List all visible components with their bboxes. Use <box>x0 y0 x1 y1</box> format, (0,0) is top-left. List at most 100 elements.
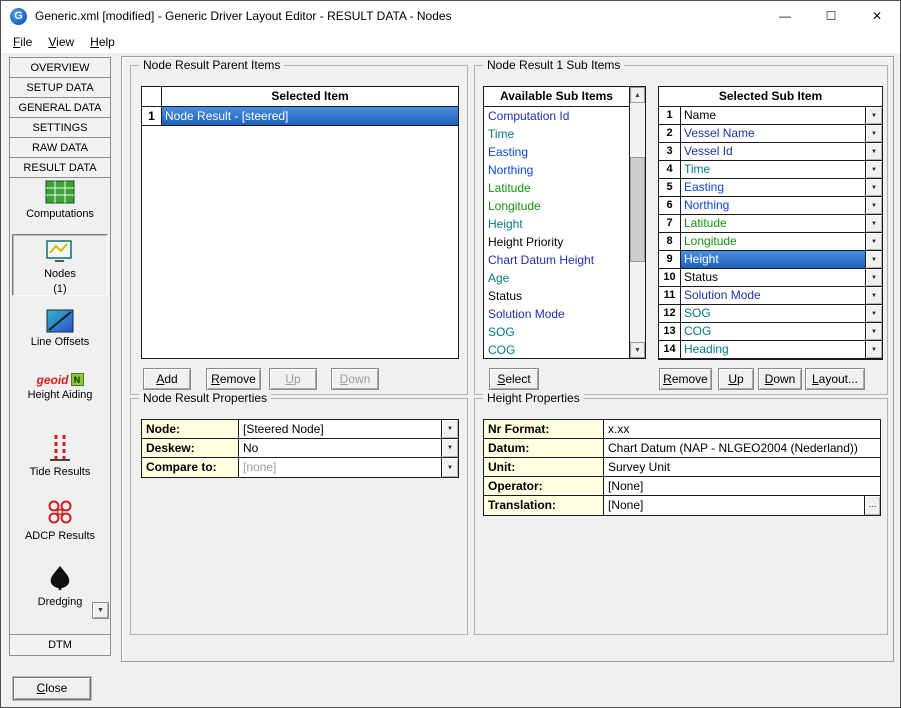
available-item-longitude[interactable]: Longitude <box>484 197 629 215</box>
table-row[interactable]: 5Easting▼ <box>659 179 882 197</box>
height-prop-datum-value[interactable]: Chart Datum (NAP - NLGEO2004 (Nederland)… <box>604 439 880 457</box>
window-close-button[interactable]: ✕ <box>854 1 900 31</box>
parent-remove-button[interactable]: Remove <box>206 368 261 390</box>
window-minimize-button[interactable]: — <box>762 1 808 31</box>
available-select-button[interactable]: Select <box>489 368 539 390</box>
scroll-up-button[interactable]: ▲ <box>630 87 645 103</box>
subitem-down-button[interactable]: Down <box>758 368 802 390</box>
subitem-row-dropdown[interactable]: ▼ <box>865 341 882 358</box>
available-list-scrollbar[interactable]: ▲ ▼ <box>629 87 645 358</box>
parent-add-button[interactable]: Add <box>143 368 191 390</box>
table-row[interactable]: 1Name▼ <box>659 107 882 125</box>
height-prop-operator-value[interactable]: [None] <box>604 477 880 495</box>
available-item-northing[interactable]: Northing <box>484 161 629 179</box>
row-number: 2 <box>659 125 681 142</box>
sidebar-tab-setup-data[interactable]: SETUP DATA <box>10 78 110 98</box>
node-prop-deskew-dropdown[interactable]: ▼ <box>441 439 458 457</box>
scrollbar-thumb[interactable] <box>630 157 645 262</box>
sidebar-item-line-offsets[interactable]: Line Offsets <box>12 306 108 348</box>
subitem-row-dropdown[interactable]: ▼ <box>865 233 882 250</box>
table-row[interactable]: 9Height▼ <box>659 251 882 269</box>
window-maximize-button[interactable]: ☐ <box>808 1 854 31</box>
table-row[interactable]: 14Heading▼ <box>659 341 882 359</box>
row-number: 5 <box>659 179 681 196</box>
available-item-cog[interactable]: COG <box>484 341 629 359</box>
table-row[interactable]: 7Latitude▼ <box>659 215 882 233</box>
subitem-row-dropdown[interactable]: ▼ <box>865 125 882 142</box>
table-row[interactable]: 10Status▼ <box>659 269 882 287</box>
subitem-row-dropdown[interactable]: ▼ <box>865 269 882 286</box>
sidebar-tab-general-data[interactable]: GENERAL DATA <box>10 98 110 118</box>
height-prop-translation-browse-button[interactable]: ... <box>864 496 880 515</box>
subitem-row-dropdown[interactable]: ▼ <box>865 179 882 196</box>
subitem-row-dropdown[interactable]: ▼ <box>865 287 882 304</box>
close-button[interactable]: Close <box>13 677 91 700</box>
table-row[interactable]: 8Longitude▼ <box>659 233 882 251</box>
subitem-layout-button[interactable]: Layout... <box>805 368 865 390</box>
available-item-sog[interactable]: SOG <box>484 323 629 341</box>
table-row[interactable]: 11Solution Mode▼ <box>659 287 882 305</box>
row-number: 6 <box>659 197 681 214</box>
sidebar-item-nodes[interactable]: Nodes(1) <box>12 234 108 296</box>
menu-help[interactable]: Help <box>82 32 123 52</box>
subitem-row-dropdown[interactable]: ▼ <box>865 215 882 232</box>
sidebar-item-computations[interactable]: Computations <box>12 176 108 220</box>
node-prop-deskew-value[interactable]: No <box>239 439 441 457</box>
available-item-height[interactable]: Height <box>484 215 629 233</box>
subitem-row-dropdown[interactable]: ▼ <box>865 143 882 160</box>
table-row[interactable]: 3Vessel Id▼ <box>659 143 882 161</box>
available-item-height-priority[interactable]: Height Priority <box>484 233 629 251</box>
node-prop-node-value[interactable]: [Steered Node] <box>239 420 441 438</box>
sidebar-item-dredging[interactable]: Dredging <box>12 560 108 608</box>
group-node-properties: Node Result Properties Node:[Steered Nod… <box>130 398 468 635</box>
property-row: Node:[Steered Node]▼ <box>142 420 458 439</box>
property-row: Operator:[None] <box>484 477 880 496</box>
height-prop-unit-label: Unit: <box>484 458 604 476</box>
available-item-solution-mode[interactable]: Solution Mode <box>484 305 629 323</box>
available-item-chart-datum-height[interactable]: Chart Datum Height <box>484 251 629 269</box>
node-prop-node-dropdown[interactable]: ▼ <box>441 420 458 438</box>
available-item-time[interactable]: Time <box>484 125 629 143</box>
sidebar-tab-result-data[interactable]: RESULT DATA <box>10 158 110 178</box>
sidebar-item-label: Nodes <box>44 268 76 280</box>
node-prop-compare-to-value[interactable]: [none] <box>239 458 441 477</box>
node-prop-compare-to-dropdown[interactable]: ▼ <box>441 458 458 477</box>
sidebar-item-height-aiding[interactable]: geoidNHeight Aiding <box>12 370 108 401</box>
sidebar-item-dtm[interactable]: DTM <box>10 634 110 655</box>
subitem-remove-button[interactable]: Remove <box>659 368 712 390</box>
available-item-age[interactable]: Age <box>484 269 629 287</box>
subitem-row-dropdown[interactable]: ▼ <box>865 305 882 322</box>
subitem-row-dropdown[interactable]: ▼ <box>865 197 882 214</box>
sidebar-item-tide-results[interactable]: Tide Results <box>12 430 108 478</box>
subitem-row-dropdown[interactable]: ▼ <box>865 107 882 124</box>
available-item-easting[interactable]: Easting <box>484 143 629 161</box>
height-prop-unit-value[interactable]: Survey Unit <box>604 458 880 476</box>
table-row[interactable]: 2Vessel Name▼ <box>659 125 882 143</box>
subitem-up-button[interactable]: Up <box>718 368 754 390</box>
node-properties-table: Node:[Steered Node]▼Deskew:No▼Compare to… <box>141 419 459 478</box>
menu-file[interactable]: File <box>5 32 40 52</box>
scroll-down-button[interactable]: ▼ <box>630 342 645 358</box>
height-prop-nr-format-label: Nr Format: <box>484 420 604 438</box>
subitem-row-dropdown[interactable]: ▼ <box>865 251 882 268</box>
available-item-latitude[interactable]: Latitude <box>484 179 629 197</box>
table-row[interactable]: 1Node Result - [steered] <box>142 107 458 126</box>
sidebar-item-adcp-results[interactable]: ADCP Results <box>12 494 108 542</box>
dredging-dropdown-button[interactable]: ▼ <box>92 602 109 619</box>
subitem-row-dropdown[interactable]: ▼ <box>865 323 882 340</box>
table-row[interactable]: 6Northing▼ <box>659 197 882 215</box>
menu-view[interactable]: View <box>40 32 82 52</box>
subitem-row-dropdown[interactable]: ▼ <box>865 161 882 178</box>
table-row[interactable]: 4Time▼ <box>659 161 882 179</box>
sidebar-tab-settings[interactable]: SETTINGS <box>10 118 110 138</box>
table-row[interactable]: 13COG▼ <box>659 323 882 341</box>
sidebar-tab-raw-data[interactable]: RAW DATA <box>10 138 110 158</box>
sidebar-tab-overview[interactable]: OVERVIEW <box>10 58 110 78</box>
available-item-computation-id[interactable]: Computation Id <box>484 107 629 125</box>
height-prop-translation-value[interactable]: [None] <box>604 496 864 515</box>
table-row[interactable]: 12SOG▼ <box>659 305 882 323</box>
height-prop-nr-format-value[interactable]: x.xx <box>604 420 880 438</box>
sidebar: OVERVIEWSETUP DATAGENERAL DATASETTINGSRA… <box>9 57 111 656</box>
available-item-status[interactable]: Status <box>484 287 629 305</box>
sidebar-item-label: Tide Results <box>30 466 91 478</box>
